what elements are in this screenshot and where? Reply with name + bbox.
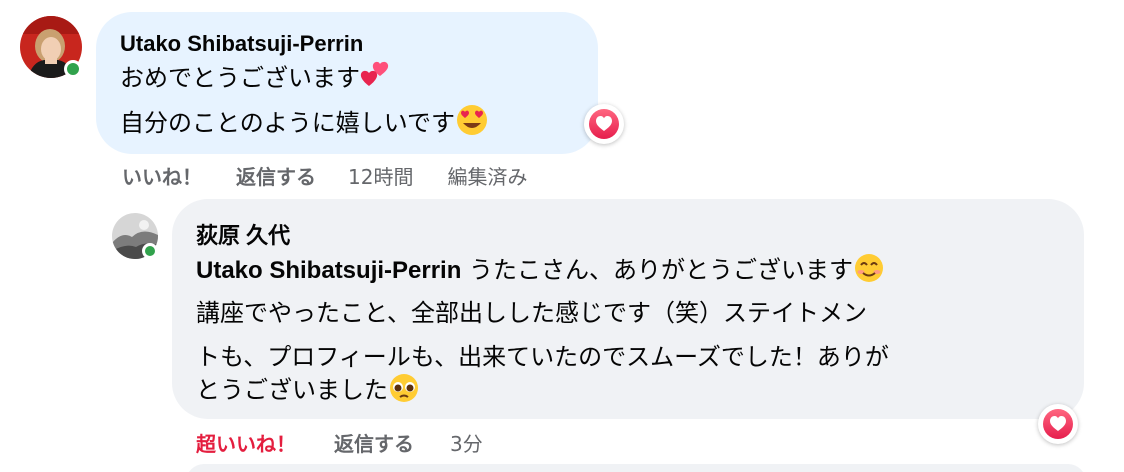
avatar[interactable] <box>20 16 82 78</box>
comment-bubble: Utako Shibatsuji-Perrin おめでとうございます 自分のこと… <box>96 12 598 154</box>
like-button[interactable]: いいね！ <box>122 161 202 190</box>
comment-text: 自分のことのように嬉しいです <box>120 109 456 137</box>
timestamp[interactable]: 12時間 <box>348 161 413 190</box>
online-status-dot <box>142 243 158 259</box>
heart-icon <box>589 109 619 139</box>
heart-eyes-emoji <box>455 104 489 144</box>
love-reaction-button[interactable]: 超いいね！ <box>196 428 296 457</box>
online-status-dot <box>64 60 82 78</box>
reply-text-line-4: とうございました <box>196 373 420 411</box>
next-comment-bubble <box>186 464 1086 472</box>
mention-link[interactable]: Utako Shibatsuji-Perrin <box>196 257 461 284</box>
reply-text-line-3: トも、プロフィールも、出来ていたのでスムーズでした！ありが <box>196 343 889 371</box>
love-reaction-badge[interactable] <box>584 104 624 144</box>
edited-label: 編集済み <box>447 165 528 189</box>
smiling-face-emoji <box>853 253 885 291</box>
comment-text-line-1: おめでとうございます <box>120 61 394 99</box>
love-reaction-badge[interactable] <box>1038 404 1078 444</box>
comment-thread: Utako Shibatsuji-Perrin おめでとうございます 自分のこと… <box>0 0 1124 472</box>
reply-text-line-1: Utako Shibatsuji-Perrin うたこさん、ありがとうございます <box>196 253 885 291</box>
reply-author[interactable]: 荻原 久代 <box>196 218 290 250</box>
reply-actions: 超いいね！ 返信する 3分 <box>196 428 483 457</box>
reply-button[interactable]: 返信する <box>334 428 414 457</box>
reply-avatar[interactable] <box>112 213 158 259</box>
comment-text-line-2: 自分のことのように嬉しいです <box>120 104 489 144</box>
comment-text: おめでとうございます <box>120 64 360 92</box>
reply-text-line-2: 講座でやったこと、全部出しした感じです（笑）ステイトメン <box>196 299 868 327</box>
pleading-face-emoji <box>388 373 420 411</box>
timestamp[interactable]: 3分 <box>450 428 483 457</box>
reply-text: とうございました <box>196 376 388 404</box>
reply-bubble: 荻原 久代 Utako Shibatsuji-Perrin うたこさん、ありがと… <box>172 199 1084 419</box>
reply-text: うたこさん、ありがとうございます <box>461 256 854 284</box>
comment-actions: いいね！ 返信する 12時間 編集済み <box>122 161 527 190</box>
two-hearts-emoji <box>360 61 394 99</box>
comment-author[interactable]: Utako Shibatsuji-Perrin <box>120 31 363 57</box>
reply-button[interactable]: 返信する <box>236 161 316 190</box>
heart-icon <box>1043 409 1073 439</box>
